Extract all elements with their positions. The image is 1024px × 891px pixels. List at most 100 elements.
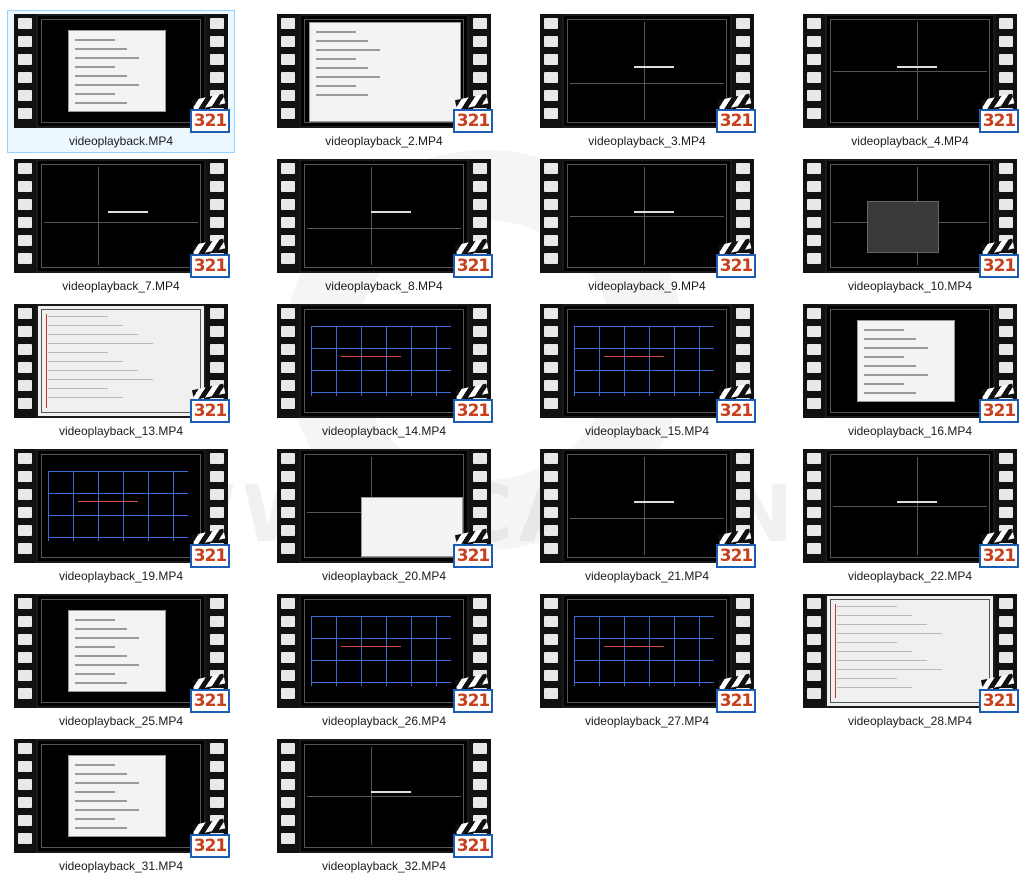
- file-name: videoplayback_25.MP4: [58, 714, 184, 728]
- video-thumbnail[interactable]: 321: [14, 739, 230, 858]
- file-name: videoplayback_14.MP4: [321, 424, 447, 438]
- file-name: videoplayback_31.MP4: [58, 859, 184, 873]
- file-item[interactable]: 321 videoplayback_9.MP4: [526, 153, 789, 298]
- video-thumbnail[interactable]: 321: [803, 304, 1019, 423]
- media-player-classic-icon: 321: [979, 93, 1019, 134]
- video-frame-preview: [301, 596, 467, 706]
- file-item[interactable]: 321 videoplayback_13.MP4: [0, 298, 263, 443]
- file-item[interactable]: 321 videoplayback_25.MP4: [0, 588, 263, 733]
- video-frame-preview: [827, 306, 993, 416]
- film-sprockets-left: [803, 14, 825, 128]
- video-frame-preview: [827, 451, 993, 561]
- file-name: videoplayback_9.MP4: [588, 279, 706, 293]
- video-frame-preview: [564, 451, 730, 561]
- file-item[interactable]: 321 videoplayback_20.MP4: [263, 443, 526, 588]
- media-player-classic-icon: 321: [979, 528, 1019, 569]
- media-player-classic-icon: 321: [979, 383, 1019, 424]
- video-thumbnail[interactable]: 321: [277, 449, 493, 568]
- media-player-classic-icon: 321: [716, 383, 756, 424]
- file-name: videoplayback_28.MP4: [847, 714, 973, 728]
- video-thumbnail[interactable]: 321: [14, 594, 230, 713]
- file-name: videoplayback_20.MP4: [321, 569, 447, 583]
- video-thumbnail[interactable]: 321: [277, 14, 493, 133]
- video-thumbnail[interactable]: 321: [803, 449, 1019, 568]
- file-item[interactable]: 321 videoplayback_10.MP4: [789, 153, 1024, 298]
- file-name: videoplayback_7.MP4: [62, 279, 180, 293]
- file-name: videoplayback_2.MP4: [325, 134, 443, 148]
- video-thumbnail[interactable]: 321: [540, 159, 756, 278]
- file-item[interactable]: 321 videoplayback_3.MP4: [526, 8, 789, 153]
- video-thumbnail[interactable]: 321: [14, 304, 230, 423]
- film-sprockets-left: [14, 739, 36, 853]
- video-thumbnail[interactable]: 321: [277, 304, 493, 423]
- film-sprockets-left: [803, 159, 825, 273]
- media-player-classic-icon: 321: [190, 528, 230, 569]
- video-frame-preview: [301, 451, 467, 561]
- video-thumbnail[interactable]: 321: [803, 594, 1019, 713]
- film-sprockets-left: [803, 594, 825, 708]
- file-item[interactable]: 321 videoplayback_27.MP4: [526, 588, 789, 733]
- video-thumbnail[interactable]: 321: [277, 159, 493, 278]
- video-frame-preview: [301, 306, 467, 416]
- video-thumbnail[interactable]: 321: [14, 159, 230, 278]
- film-sprockets-left: [540, 159, 562, 273]
- file-item[interactable]: 321 videoplayback_28.MP4: [789, 588, 1024, 733]
- file-item[interactable]: 321 videoplayback_31.MP4: [0, 733, 263, 878]
- film-sprockets-left: [540, 594, 562, 708]
- file-item[interactable]: 321 videoplayback_15.MP4: [526, 298, 789, 443]
- film-sprockets-left: [14, 304, 36, 418]
- media-player-classic-icon: 321: [453, 528, 493, 569]
- video-frame-preview: [564, 596, 730, 706]
- film-sprockets-left: [277, 14, 299, 128]
- file-item[interactable]: 321 videoplayback_21.MP4: [526, 443, 789, 588]
- film-sprockets-left: [540, 449, 562, 563]
- video-frame-preview: [564, 16, 730, 126]
- media-player-classic-icon: 321: [716, 93, 756, 134]
- file-name: videoplayback_26.MP4: [321, 714, 447, 728]
- video-frame-preview: [827, 161, 993, 271]
- file-item[interactable]: 321 videoplayback_4.MP4: [789, 8, 1024, 153]
- media-player-classic-icon: 321: [716, 673, 756, 714]
- file-item[interactable]: 321 videoplayback_26.MP4: [263, 588, 526, 733]
- file-item[interactable]: 321 videoplayback_32.MP4: [263, 733, 526, 878]
- media-player-classic-icon: 321: [716, 528, 756, 569]
- film-sprockets-left: [277, 449, 299, 563]
- video-frame-preview: [38, 306, 204, 416]
- film-sprockets-left: [540, 14, 562, 128]
- file-item[interactable]: 321 videoplayback.MP4: [0, 8, 263, 153]
- film-sprockets-left: [14, 449, 36, 563]
- video-thumbnail[interactable]: 321: [540, 594, 756, 713]
- video-frame-preview: [301, 161, 467, 271]
- file-item[interactable]: 321 videoplayback_8.MP4: [263, 153, 526, 298]
- video-frame-preview: [564, 161, 730, 271]
- media-player-classic-icon: 321: [453, 238, 493, 279]
- video-thumbnail[interactable]: 321: [14, 449, 230, 568]
- file-item[interactable]: 321 videoplayback_14.MP4: [263, 298, 526, 443]
- video-thumbnail[interactable]: 321: [540, 304, 756, 423]
- video-thumbnail[interactable]: 321: [277, 739, 493, 858]
- file-item[interactable]: 321 videoplayback_19.MP4: [0, 443, 263, 588]
- video-thumbnail[interactable]: 321: [803, 14, 1019, 133]
- file-name: videoplayback_16.MP4: [847, 424, 973, 438]
- media-player-classic-icon: 321: [190, 238, 230, 279]
- video-frame-preview: [38, 451, 204, 561]
- video-frame-preview: [827, 16, 993, 126]
- media-player-classic-icon: 321: [453, 383, 493, 424]
- film-sprockets-left: [540, 304, 562, 418]
- media-player-classic-icon: 321: [979, 238, 1019, 279]
- video-thumbnail[interactable]: 321: [803, 159, 1019, 278]
- video-frame-preview: [38, 596, 204, 706]
- file-item[interactable]: 321 videoplayback_7.MP4: [0, 153, 263, 298]
- video-thumbnail[interactable]: 321: [277, 594, 493, 713]
- file-item[interactable]: 321 videoplayback_22.MP4: [789, 443, 1024, 588]
- video-thumbnail[interactable]: 321: [540, 449, 756, 568]
- file-item[interactable]: 321 videoplayback_16.MP4: [789, 298, 1024, 443]
- video-thumbnail[interactable]: 321: [540, 14, 756, 133]
- media-player-classic-icon: 321: [190, 673, 230, 714]
- film-sprockets-left: [277, 594, 299, 708]
- file-name: videoplayback_15.MP4: [584, 424, 710, 438]
- file-item[interactable]: 321 videoplayback_2.MP4: [263, 8, 526, 153]
- media-player-classic-icon: 321: [190, 818, 230, 859]
- video-thumbnail[interactable]: 321: [14, 14, 230, 133]
- file-name: videoplayback.MP4: [68, 134, 174, 148]
